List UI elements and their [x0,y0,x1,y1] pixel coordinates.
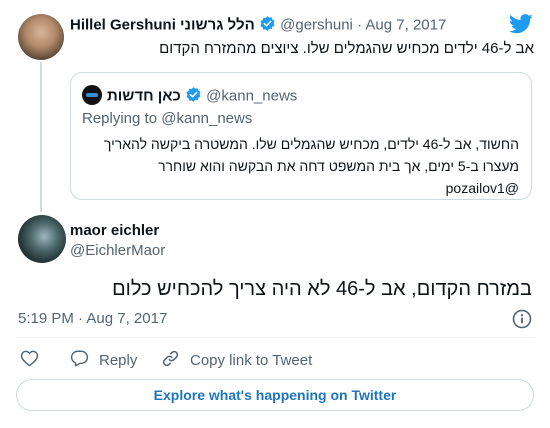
copy-link-label: Copy link to Tweet [190,352,313,369]
like-button[interactable] [20,349,49,371]
main-time[interactable]: 5:19 PM [18,310,74,327]
parent-tweet-text: אב ל-46 ילדים מכחיש שהגמלים שלו. ציוצים … [159,40,534,57]
main-handle[interactable]: @EichlerMaor [70,242,165,259]
thread-line [40,62,42,212]
reply-icon [70,349,99,371]
parent-avatar[interactable] [18,14,64,60]
main-display-name[interactable]: maor eichler [70,222,159,239]
quoted-text-line: מעצרו ב-5 ימים, אך בית המשפט דחה את הבקש… [158,158,519,174]
replying-label: Replying to [82,110,158,127]
info-icon[interactable] [512,309,532,334]
main-date[interactable]: Aug 7, 2017 [86,310,167,327]
verified-badge-icon [259,15,276,36]
heart-icon [20,349,49,371]
quoted-mention[interactable]: @pozailov1 [79,177,519,199]
replying-to: Replying to @kann_news [82,110,252,127]
parent-header: Hillel Gershuni הלל גרשוני @gershuni · A… [70,15,446,36]
reply-label: Reply [99,351,138,369]
verified-badge-icon [185,86,202,107]
twitter-bird-icon[interactable] [509,14,533,39]
reply-button[interactable]: Reply [70,349,137,371]
parent-display-name[interactable]: Hillel Gershuni הלל גרשוני [70,16,255,33]
quoted-display-name[interactable]: כאן חדשות [107,87,181,104]
quoted-header: כאן חדשות @kann_news [107,86,297,107]
quoted-handle[interactable]: @kann_news [206,87,297,104]
main-tweet-text: במזרח הקדום, אב ל-46 לא היה צריך להכחיש … [112,278,532,300]
divider [16,337,534,338]
copy-link-button[interactable]: Copy link to Tweet [161,349,312,372]
quoted-avatar[interactable] [82,85,102,105]
replying-handle[interactable]: @kann_news [161,110,252,127]
parent-handle[interactable]: @gershuni [280,16,353,33]
parent-date[interactable]: · Aug 7, 2017 [357,16,446,33]
main-timestamp[interactable]: 5:19 PM · Aug 7, 2017 [18,310,167,327]
quoted-tweet-card[interactable]: כאן חדשות @kann_news Replying to @kann_n… [70,72,532,200]
main-avatar[interactable] [18,215,66,263]
explore-button[interactable]: Explore what's happening on Twitter [16,379,534,411]
quoted-text-line: החשוד, אב ל-46 ילדים, מכחיש שהגמלים שלו.… [103,136,519,152]
quoted-tweet-text: החשוד, אב ל-46 ילדים, מכחיש שהגמלים שלו.… [79,133,519,199]
link-icon [161,349,190,372]
